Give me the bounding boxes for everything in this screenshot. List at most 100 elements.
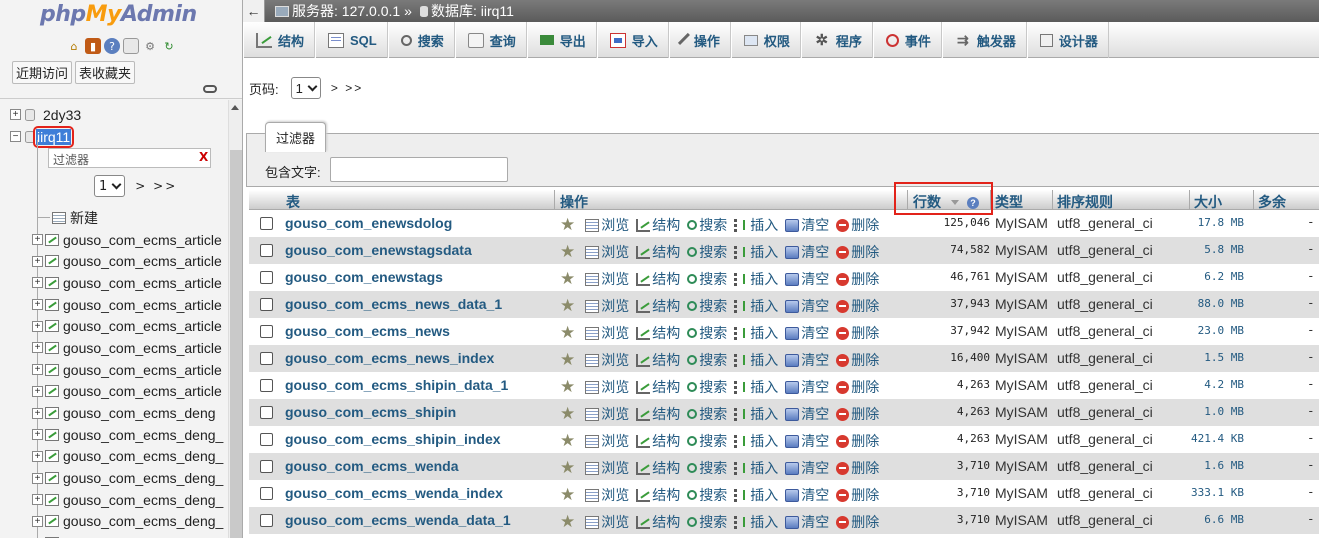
action-structure[interactable]: 结构: [636, 296, 680, 316]
expand-icon[interactable]: +: [32, 255, 43, 267]
action-browse[interactable]: 浏览: [585, 350, 629, 370]
action-search[interactable]: 搜索: [687, 323, 727, 343]
table-name-link[interactable]: gouso_com_enewsdolog: [285, 215, 452, 231]
nav-table-name[interactable]: gouso_com_ecms_deng_: [63, 513, 223, 529]
size-link[interactable]: 6.2 MB: [1204, 270, 1244, 283]
action-search[interactable]: 搜索: [687, 485, 727, 505]
scroll-thumb[interactable]: [230, 150, 242, 538]
nav-table-name[interactable]: gouso_com_ecms_article: [63, 362, 222, 378]
back-arrow-icon[interactable]: ←: [243, 0, 265, 22]
favorite-star-icon[interactable]: ★: [560, 486, 575, 503]
action-insert[interactable]: 插入: [734, 485, 778, 505]
action-drop[interactable]: 删除: [836, 215, 879, 235]
table-icon[interactable]: [45, 298, 59, 311]
size-link[interactable]: 6.6 MB: [1204, 513, 1244, 526]
expand-icon[interactable]: +: [32, 364, 43, 376]
action-empty[interactable]: 清空: [785, 350, 829, 370]
row-checkbox[interactable]: [260, 244, 273, 257]
table-name-link[interactable]: gouso_com_ecms_wenda_index: [285, 485, 503, 501]
action-search[interactable]: 搜索: [687, 377, 727, 397]
table-icon[interactable]: [45, 341, 59, 354]
nav-next-page-link[interactable]: > >>: [135, 179, 177, 193]
action-insert[interactable]: 插入: [734, 458, 778, 478]
table-name-link[interactable]: gouso_com_ecms_news_data_1: [285, 296, 502, 312]
expand-icon[interactable]: +: [32, 472, 43, 484]
action-drop[interactable]: 删除: [836, 296, 879, 316]
row-checkbox[interactable]: [260, 433, 273, 446]
breadcrumb-database[interactable]: 数据库: iirq11: [431, 1, 514, 21]
nav-table-item[interactable]: + gouso_com_ecms_article: [0, 359, 228, 381]
row-checkbox[interactable]: [260, 514, 273, 527]
favorite-star-icon[interactable]: ★: [560, 378, 575, 395]
action-empty[interactable]: 清空: [785, 296, 829, 316]
action-search[interactable]: 搜索: [687, 431, 727, 451]
menu-tab-import[interactable]: 导入: [596, 22, 669, 58]
action-structure[interactable]: 结构: [636, 431, 680, 451]
action-empty[interactable]: 清空: [785, 269, 829, 289]
header-type[interactable]: 类型: [995, 192, 1023, 212]
table-icon[interactable]: [45, 428, 59, 441]
favorite-star-icon[interactable]: ★: [560, 405, 575, 422]
size-link[interactable]: 1.0 MB: [1204, 405, 1244, 418]
action-drop[interactable]: 删除: [836, 458, 879, 478]
nav-table-item[interactable]: +gouso_com_ecms_deng_: [0, 489, 228, 511]
link-icon[interactable]: [203, 85, 217, 93]
nav-table-item[interactable]: + gouso_com_ecms_article: [0, 250, 228, 272]
menu-tab-routines[interactable]: ✲ 程序: [800, 22, 873, 58]
action-insert[interactable]: 插入: [734, 296, 778, 316]
breadcrumb-server[interactable]: 服务器: 127.0.0.1: [292, 1, 400, 21]
favorite-star-icon[interactable]: ★: [560, 432, 575, 449]
nav-table-item[interactable]: +gouso_com_ecms_deng_: [0, 467, 228, 489]
nav-table-item[interactable]: +gouso_com_ecms_deng_: [0, 532, 228, 538]
menu-tab-events[interactable]: 事件: [872, 22, 942, 58]
menu-tab-operations[interactable]: 操作: [668, 22, 731, 58]
expand-icon[interactable]: +: [32, 234, 43, 246]
action-empty[interactable]: 清空: [785, 404, 829, 424]
table-icon[interactable]: [45, 472, 59, 485]
home-icon[interactable]: ⌂: [66, 38, 82, 54]
action-empty[interactable]: 清空: [785, 431, 829, 451]
row-checkbox[interactable]: [260, 217, 273, 230]
nav-table-name[interactable]: gouso_com_ecms_deng_: [63, 427, 223, 443]
nav-table-item[interactable]: + gouso_com_ecms_article: [0, 294, 228, 316]
documentation-icon[interactable]: [123, 38, 139, 54]
reload-icon[interactable]: ↻: [161, 38, 177, 54]
nav-table-name[interactable]: gouso_com_ecms_article: [63, 318, 222, 334]
expand-icon[interactable]: +: [32, 494, 43, 506]
nav-table-item[interactable]: +gouso_com_ecms_deng_: [0, 446, 228, 468]
nav-table-item[interactable]: +gouso_com_ecms_deng_: [0, 511, 228, 533]
action-search[interactable]: 搜索: [687, 242, 727, 262]
nav-table-item[interactable]: + gouso_com_ecms_article: [0, 272, 228, 294]
table-name-link[interactable]: gouso_com_ecms_wenda_data_1: [285, 512, 511, 528]
db-name[interactable]: iirq11: [36, 128, 72, 145]
menu-tab-export[interactable]: 导出: [526, 22, 597, 58]
action-drop[interactable]: 删除: [836, 242, 879, 262]
nav-table-item[interactable]: + gouso_com_ecms_article: [0, 337, 228, 359]
header-collation[interactable]: 排序规则: [1057, 192, 1113, 212]
action-structure[interactable]: 结构: [636, 350, 680, 370]
action-search[interactable]: 搜索: [687, 458, 727, 478]
expand-icon[interactable]: +: [32, 277, 43, 289]
row-checkbox[interactable]: [260, 406, 273, 419]
action-drop[interactable]: 删除: [836, 431, 879, 451]
collapse-icon[interactable]: −: [10, 131, 21, 143]
action-search[interactable]: 搜索: [687, 350, 727, 370]
nav-table-item[interactable]: + gouso_com_ecms_deng: [0, 402, 228, 424]
table-icon[interactable]: [45, 407, 59, 420]
favorite-star-icon[interactable]: ★: [560, 216, 575, 233]
action-empty[interactable]: 清空: [785, 512, 829, 532]
logout-icon[interactable]: ▮: [85, 38, 101, 54]
action-empty[interactable]: 清空: [785, 485, 829, 505]
table-icon[interactable]: [45, 515, 59, 528]
favorite-star-icon[interactable]: ★: [560, 297, 575, 314]
action-drop[interactable]: 删除: [836, 485, 879, 505]
action-browse[interactable]: 浏览: [585, 458, 629, 478]
table-name-link[interactable]: gouso_com_ecms_news_index: [285, 350, 494, 366]
recent-tab[interactable]: 近期访问: [12, 61, 73, 84]
expand-icon[interactable]: +: [32, 385, 43, 397]
gear-icon[interactable]: ⚙: [142, 38, 158, 54]
row-checkbox[interactable]: [260, 325, 273, 338]
action-empty[interactable]: 清空: [785, 377, 829, 397]
action-empty[interactable]: 清空: [785, 323, 829, 343]
menu-tab-structure[interactable]: 结构: [243, 22, 316, 58]
